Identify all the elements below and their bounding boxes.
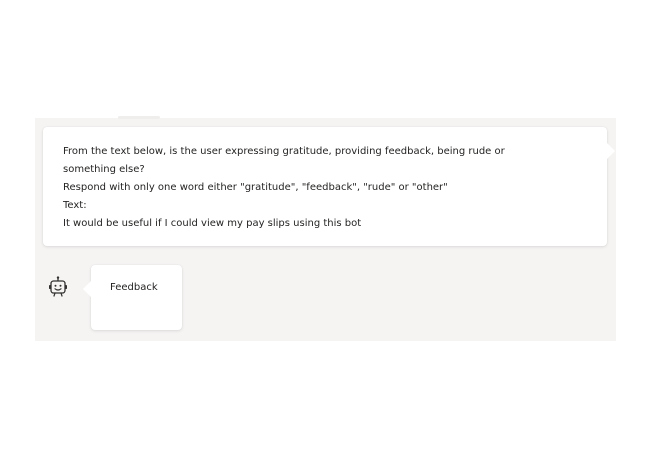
bot-message-bubble: Feedback xyxy=(83,265,182,330)
user-message-line: Text: xyxy=(63,200,87,211)
user-message-bubble: From the text below, is the user express… xyxy=(43,127,615,246)
user-message-line: From the text below, is the user express… xyxy=(63,146,505,157)
panel-tab-divider xyxy=(118,116,160,119)
user-message-line: Respond with only one word either "grati… xyxy=(63,182,448,193)
bot-message-text: Feedback xyxy=(110,282,158,293)
user-message-line: It would be useful if I could view my pa… xyxy=(63,218,362,229)
user-message-line: something else? xyxy=(63,164,145,175)
bot-icon xyxy=(46,275,70,299)
